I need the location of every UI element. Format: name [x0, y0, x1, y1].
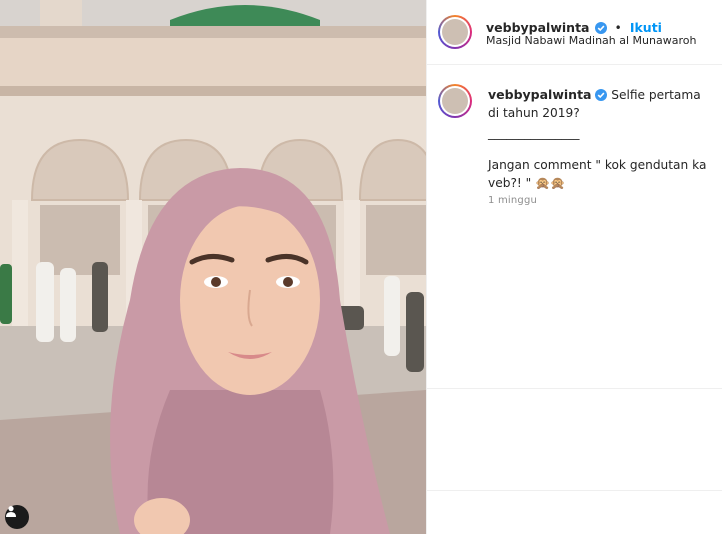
avatar: [442, 19, 468, 45]
avatar: [442, 88, 468, 114]
user-tag-icon[interactable]: [5, 505, 29, 529]
verified-badge-icon: [595, 89, 608, 101]
caption-text-line3: Jangan comment " kok gendutan ka veb?! "…: [488, 158, 707, 190]
caption-text-line2: _______________: [488, 126, 580, 140]
post-timestamp[interactable]: 1 minggu: [488, 195, 537, 206]
author-avatar[interactable]: [438, 15, 472, 49]
selfie-image: [0, 0, 426, 534]
divider: [427, 490, 722, 491]
separator-dot: •: [614, 21, 622, 35]
divider: [427, 388, 722, 389]
post-photo[interactable]: [0, 0, 426, 534]
post-details-panel: vebbypalwinta • Ikuti Masjid Nabawi Madi…: [426, 0, 722, 534]
header-username[interactable]: vebbypalwinta: [486, 20, 589, 35]
person-icon: [6, 506, 16, 517]
post-header: vebbypalwinta • Ikuti Masjid Nabawi Madi…: [427, 0, 722, 65]
post-caption: vebbypalwinta Selfie pertama di tahun 20…: [488, 86, 710, 192]
location-link[interactable]: Masjid Nabawi Madinah al Munawaroh: [486, 34, 696, 47]
caption-avatar[interactable]: [438, 84, 472, 118]
caption-username[interactable]: vebbypalwinta: [488, 87, 591, 102]
verified-badge-icon: [594, 22, 607, 34]
follow-button[interactable]: Ikuti: [630, 20, 662, 35]
